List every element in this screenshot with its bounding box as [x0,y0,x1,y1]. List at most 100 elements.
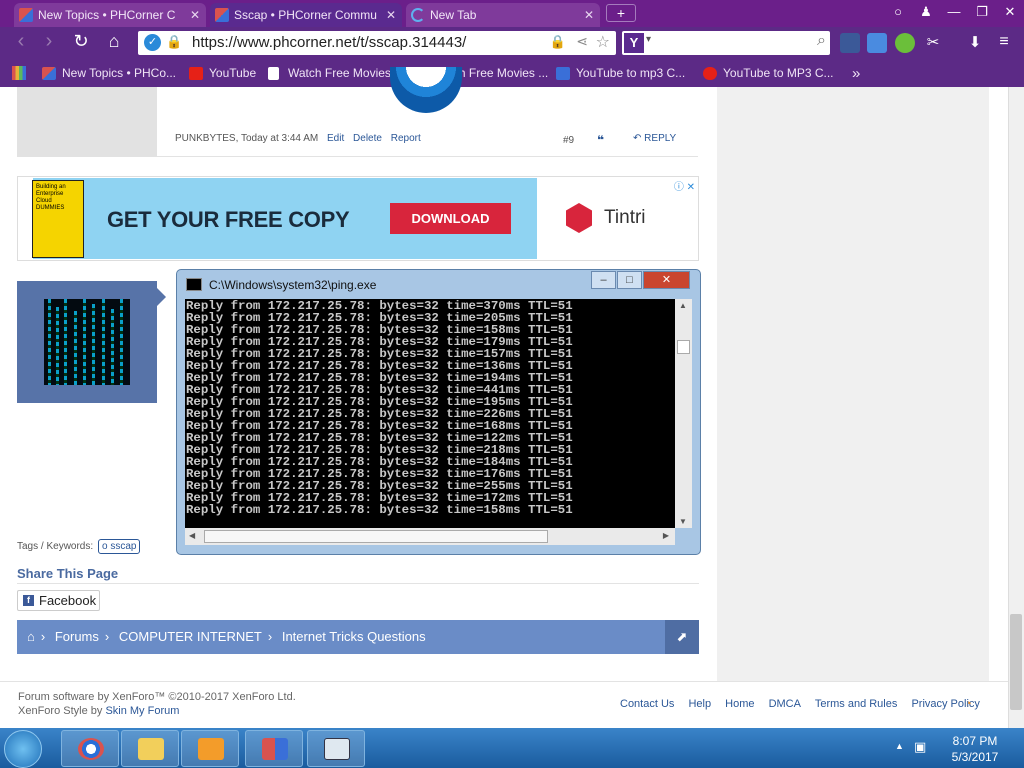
secure-lock-icon[interactable]: 🔒 [550,34,566,50]
quote-icon[interactable]: ❝ [597,133,604,147]
menu-icon[interactable]: ≡ [994,33,1014,53]
console-icon [186,278,202,291]
download-icon[interactable]: ⬇ [965,33,985,53]
search-icon[interactable]: ⌕ [817,32,826,50]
minimize-icon[interactable]: — [942,4,966,19]
tab-new-tab[interactable]: New Tab ✕ [406,3,600,27]
home-icon[interactable]: ⌂ [101,29,127,53]
close-tab-icon[interactable]: ✕ [386,3,396,27]
scroll-left-icon[interactable]: ◀ [189,531,195,540]
scissors-icon[interactable]: ✂ [923,33,943,53]
taskbar-explorer[interactable] [121,730,179,767]
minimize-icon[interactable]: – [591,271,616,289]
phcorner-favicon-icon [42,67,56,80]
tray-chevron-icon[interactable]: ▲ [895,741,904,751]
jump-icon[interactable]: ⬈ [665,620,699,654]
breadcrumb-internet-tricks[interactable]: Internet Tricks Questions [282,629,426,644]
divider [0,681,1008,682]
ad-download-button[interactable]: DOWNLOAD [390,203,511,234]
search-box[interactable]: Y ▾ ⌕ [622,31,830,55]
post-number[interactable]: #9 [563,135,574,146]
yahoo-search-icon[interactable]: Y [624,33,644,53]
verified-check-icon: ✓ [144,34,161,51]
advertisement-banner[interactable]: Building an Enterprise Cloud DUMMIES GET… [17,176,699,261]
console-output[interactable]: Reply from 172.217.25.78: bytes=32 time=… [185,299,675,528]
reply-button[interactable]: ↶ REPLY [633,133,676,144]
close-tab-icon[interactable]: ✕ [190,3,200,27]
skin-my-forum-link[interactable]: Skin My Forum [105,705,179,717]
translate-extension-icon[interactable] [867,33,887,53]
back-arrow-icon[interactable]: ‹ [8,29,34,53]
maximize-icon[interactable]: □ [617,271,642,289]
taskbar-cmd[interactable] [307,730,365,767]
home-link[interactable]: Home [725,698,754,710]
lock-icon: 🔒 [166,34,183,49]
facebook-share-button[interactable]: f Facebook [17,590,100,611]
clock-time: 8:07 PM [952,734,998,748]
adblock-extension-icon[interactable] [895,33,915,53]
post-image [390,67,462,113]
tab-new-topics[interactable]: New Topics • PHCorner C ✕ [14,3,206,27]
bookmark-youtube[interactable]: YouTube [189,60,256,87]
reply-arrow-icon: ↶ [633,133,642,144]
post-author[interactable]: PUNKBYTES [175,133,236,144]
address-bar[interactable]: ✓ 🔒 https://www.phcorner.net/t/sscap.314… [138,31,616,55]
share-title: Share This Page [17,566,119,581]
breadcrumb-computer-internet[interactable]: COMPUTER INTERNET [119,629,262,644]
apps-icon[interactable] [12,66,26,80]
edit-link[interactable]: Edit [327,133,344,144]
app-icon [262,738,288,760]
network-icon[interactable]: ▣ [914,739,926,755]
taskbar-app[interactable] [245,730,303,767]
console-vscroll-thumb[interactable] [677,340,690,354]
home-icon[interactable]: ⌂ [27,629,35,644]
cmd-title: C:\Windows\system32\ping.exe [209,278,377,292]
bookmark-youtube-mp3-1[interactable]: YouTube to mp3 C... [556,60,685,87]
chevron-down-icon[interactable]: ▾ [646,34,651,45]
tab-sscap[interactable]: Sscap • PHCorner Commu ✕ [210,3,402,27]
post-time: , Today at 3:44 AM [235,133,319,144]
close-tab-icon[interactable]: ✕ [584,3,594,27]
chat-icon[interactable]: ○ [886,4,910,19]
taskbar-browser[interactable] [61,730,119,767]
new-tab-button[interactable]: + [606,4,636,22]
bookmark-new-topics[interactable]: New Topics • PHCo... [42,60,176,87]
extension-badge-icon[interactable] [840,33,860,53]
more-bookmarks-icon[interactable]: » [852,60,860,87]
bookmark-star-icon[interactable]: ☆ [596,32,610,52]
rss-icon[interactable]: ◔ [965,698,972,710]
scroll-down-icon[interactable]: ▼ [679,517,687,526]
console-hscrollbar[interactable]: ◀ ▶ [185,528,675,545]
close-window-icon[interactable]: ✕ [998,4,1022,20]
report-link[interactable]: Report [391,133,421,144]
avatar[interactable] [44,299,130,385]
terms-link[interactable]: Terms and Rules [815,698,898,710]
footer-credit: Forum software by XenForo™ ©2010-2017 Xe… [18,691,296,703]
reload-icon[interactable]: ↻ [68,29,94,53]
scroll-up-icon[interactable]: ▲ [679,301,687,310]
ad-close-icon[interactable]: ⓘ ✕ [674,178,695,193]
tag-sscap[interactable]: o sscap [98,539,141,554]
delete-link[interactable]: Delete [353,133,382,144]
console-vscrollbar[interactable]: ▲ ▼ [675,299,692,528]
taskbar-media[interactable] [181,730,239,767]
breadcrumb-forums[interactable]: Forums [55,629,99,644]
bookmark-youtube-mp3-2[interactable]: YouTube to MP3 C... [703,60,834,87]
page-icon [268,67,279,80]
contact-us-link[interactable]: Contact Us [620,698,674,710]
share-icon[interactable]: ⋖ [576,33,588,50]
profile-icon[interactable]: ♟ [914,4,938,20]
forward-arrow-icon[interactable]: › [36,29,62,53]
bookmark-watch-movies-1[interactable]: Watch Free Movies ... [268,60,404,87]
scroll-right-icon[interactable]: ▶ [663,531,669,540]
clock[interactable]: 8:07 PM 5/3/2017 [940,733,1010,765]
restore-icon[interactable]: ❐ [970,4,994,20]
dmca-link[interactable]: DMCA [769,698,801,710]
console-hscroll-thumb[interactable] [204,530,548,543]
help-link[interactable]: Help [688,698,711,710]
page-scroll-thumb[interactable] [1010,614,1022,710]
start-button[interactable] [4,730,42,768]
tags-label: Tags / Keywords: [17,541,94,552]
clock-date: 5/3/2017 [951,750,999,764]
close-icon[interactable]: ✕ [643,271,690,289]
